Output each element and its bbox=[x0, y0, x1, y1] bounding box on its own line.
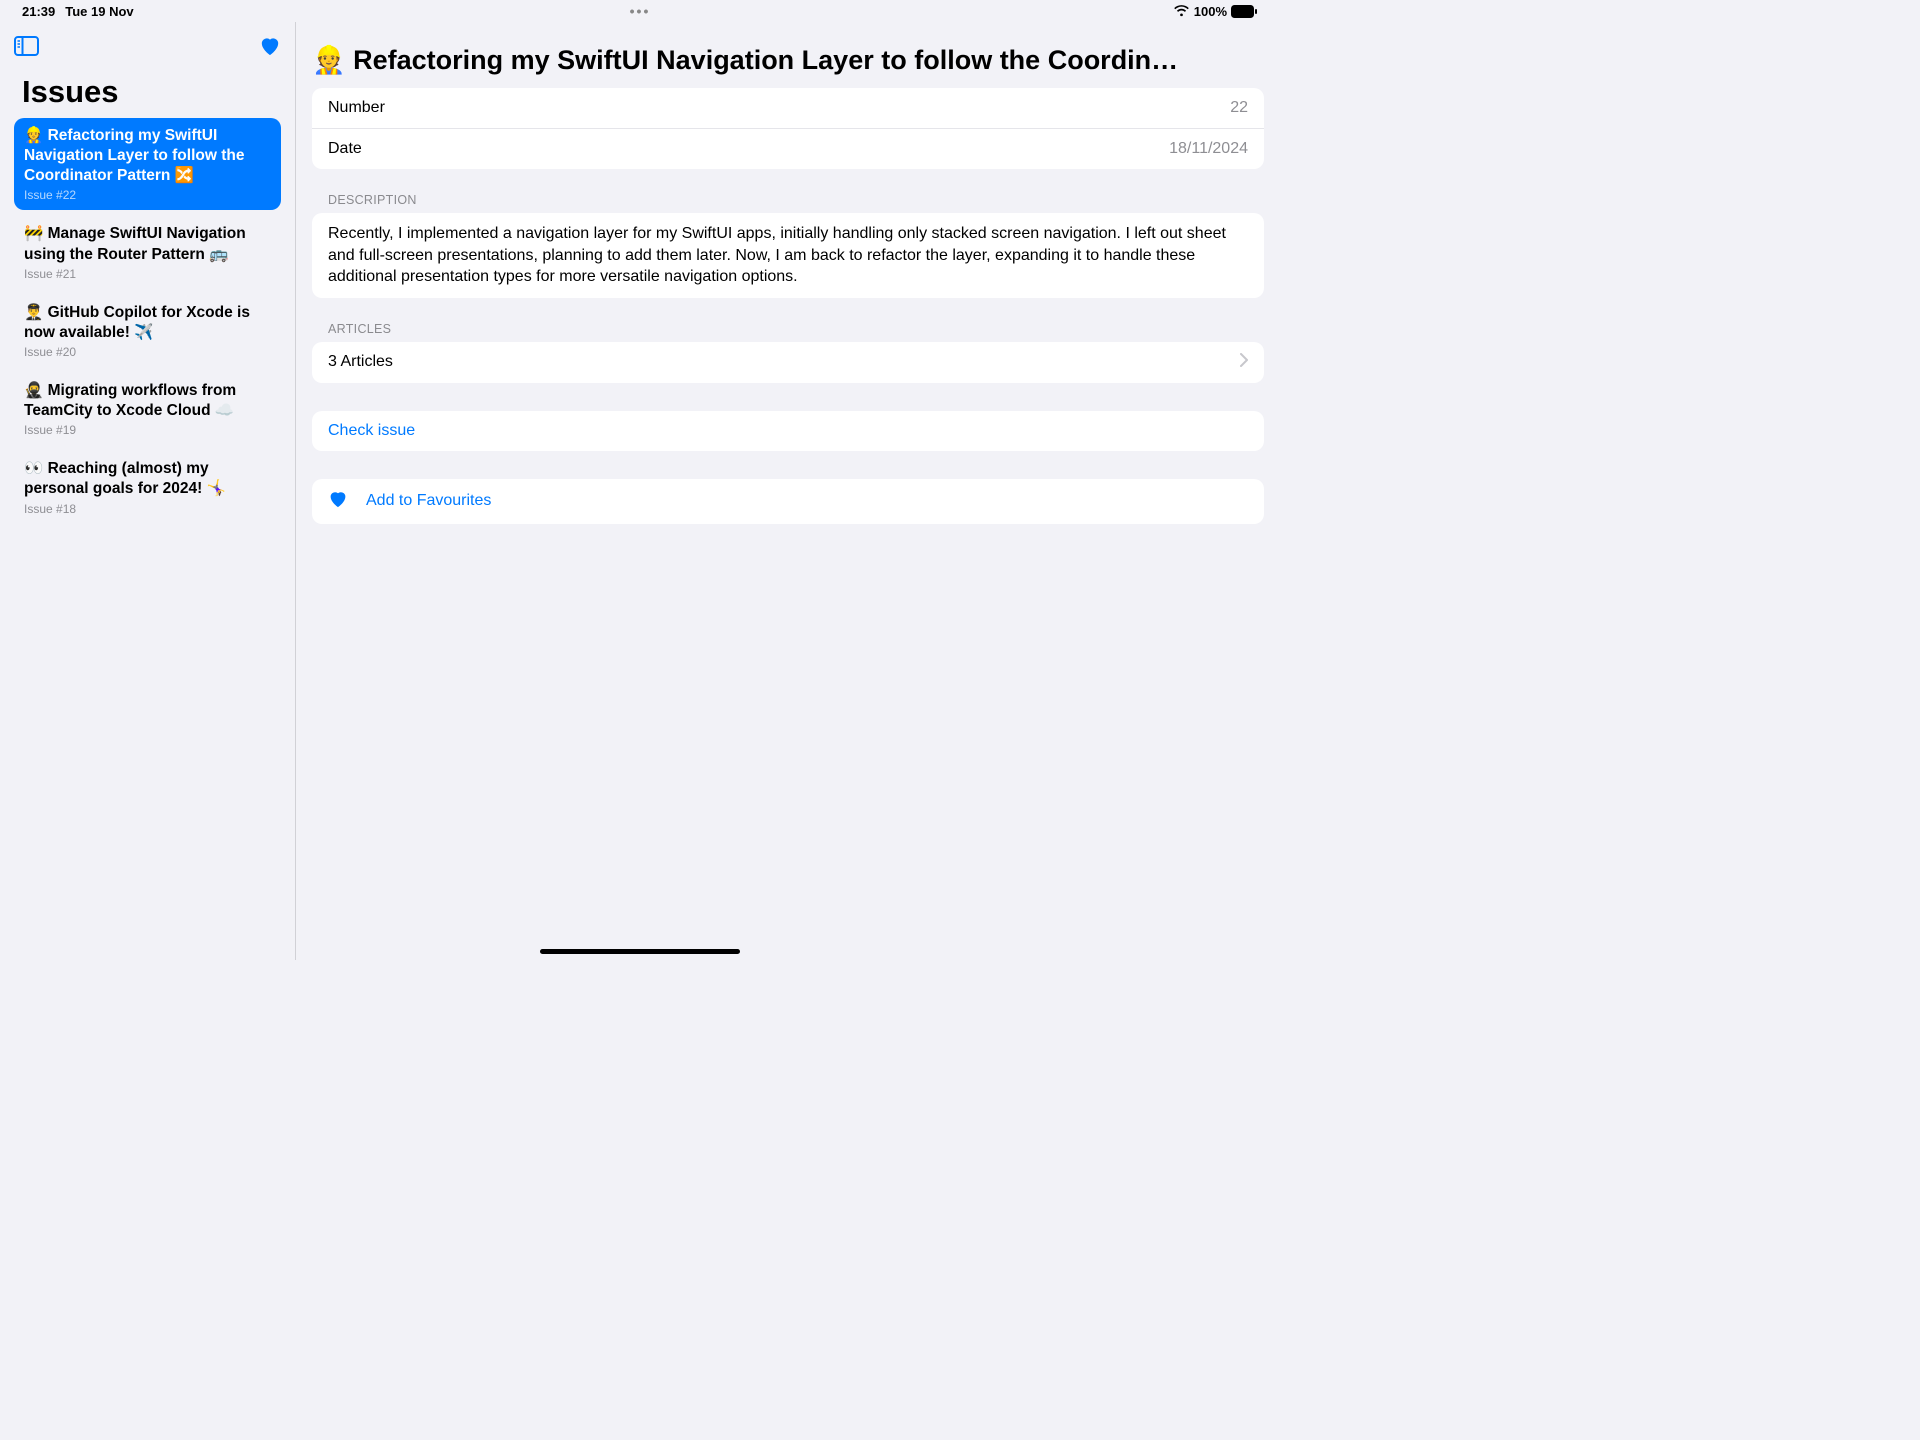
sidebar: Issues 👷 Refactoring my SwiftUI Navigati… bbox=[0, 22, 296, 960]
check-issue-button[interactable]: Check issue bbox=[312, 411, 1264, 451]
issue-item-title: 🚧 Manage SwiftUI Navigation using the Ro… bbox=[24, 224, 271, 264]
issue-item-title: 🥷 Migrating workflows from TeamCity to X… bbox=[24, 381, 271, 421]
issue-list: 👷 Refactoring my SwiftUI Navigation Laye… bbox=[14, 118, 281, 530]
issue-item-sub: Issue #19 bbox=[24, 423, 271, 437]
number-row: Number 22 bbox=[312, 88, 1264, 128]
issue-item-sub: Issue #18 bbox=[24, 502, 271, 516]
check-issue-label: Check issue bbox=[328, 422, 415, 439]
articles-label: 3 Articles bbox=[328, 353, 393, 371]
home-indicator[interactable] bbox=[540, 949, 740, 954]
sidebar-item-issue[interactable]: 🥷 Migrating workflows from TeamCity to X… bbox=[14, 373, 281, 445]
chevron-right-icon bbox=[1240, 353, 1248, 372]
date-row: Date 18/11/2024 bbox=[312, 128, 1264, 169]
wifi-icon bbox=[1173, 5, 1190, 18]
multitask-dots[interactable]: ••• bbox=[630, 3, 651, 19]
issue-item-title: 👨‍✈️ GitHub Copilot for Xcode is now ava… bbox=[24, 303, 271, 343]
sidebar-toggle-icon[interactable] bbox=[14, 36, 39, 56]
description-text: Recently, I implemented a navigation lay… bbox=[312, 213, 1264, 298]
battery-percent: 100% bbox=[1194, 4, 1227, 19]
add-favourite-label: Add to Favourites bbox=[366, 492, 491, 510]
issue-item-sub: Issue #22 bbox=[24, 188, 271, 202]
battery-icon bbox=[1231, 5, 1258, 18]
description-header: DESCRIPTION bbox=[312, 193, 1264, 213]
sidebar-title: Issues bbox=[14, 74, 281, 110]
issue-item-sub: Issue #20 bbox=[24, 345, 271, 359]
add-favourite-row[interactable]: Add to Favourites bbox=[312, 479, 1264, 524]
heart-icon bbox=[328, 490, 348, 513]
status-date: Tue 19 Nov bbox=[65, 4, 133, 19]
meta-card: Number 22 Date 18/11/2024 bbox=[312, 88, 1264, 169]
sidebar-item-issue[interactable]: 👷 Refactoring my SwiftUI Navigation Laye… bbox=[14, 118, 281, 210]
articles-header: ARTICLES bbox=[312, 322, 1264, 342]
sidebar-item-issue[interactable]: 👀 Reaching (almost) my personal goals fo… bbox=[14, 451, 281, 523]
status-bar: 21:39 Tue 19 Nov ••• 100% bbox=[0, 0, 1280, 22]
issue-item-title: 👀 Reaching (almost) my personal goals fo… bbox=[24, 459, 271, 499]
number-value: 22 bbox=[1230, 99, 1248, 117]
number-label: Number bbox=[328, 99, 385, 117]
status-time: 21:39 bbox=[22, 4, 55, 19]
date-label: Date bbox=[328, 140, 362, 158]
sidebar-item-issue[interactable]: 👨‍✈️ GitHub Copilot for Xcode is now ava… bbox=[14, 295, 281, 367]
sidebar-item-issue[interactable]: 🚧 Manage SwiftUI Navigation using the Ro… bbox=[14, 216, 281, 288]
content-area: 👷 Refactoring my SwiftUI Navigation Laye… bbox=[296, 22, 1280, 960]
date-value: 18/11/2024 bbox=[1169, 140, 1248, 158]
articles-row[interactable]: 3 Articles bbox=[312, 342, 1264, 383]
issue-item-title: 👷 Refactoring my SwiftUI Navigation Laye… bbox=[24, 126, 271, 186]
favourites-icon[interactable] bbox=[259, 36, 281, 56]
page-title: 👷 Refactoring my SwiftUI Navigation Laye… bbox=[312, 44, 1264, 76]
issue-item-sub: Issue #21 bbox=[24, 267, 271, 281]
